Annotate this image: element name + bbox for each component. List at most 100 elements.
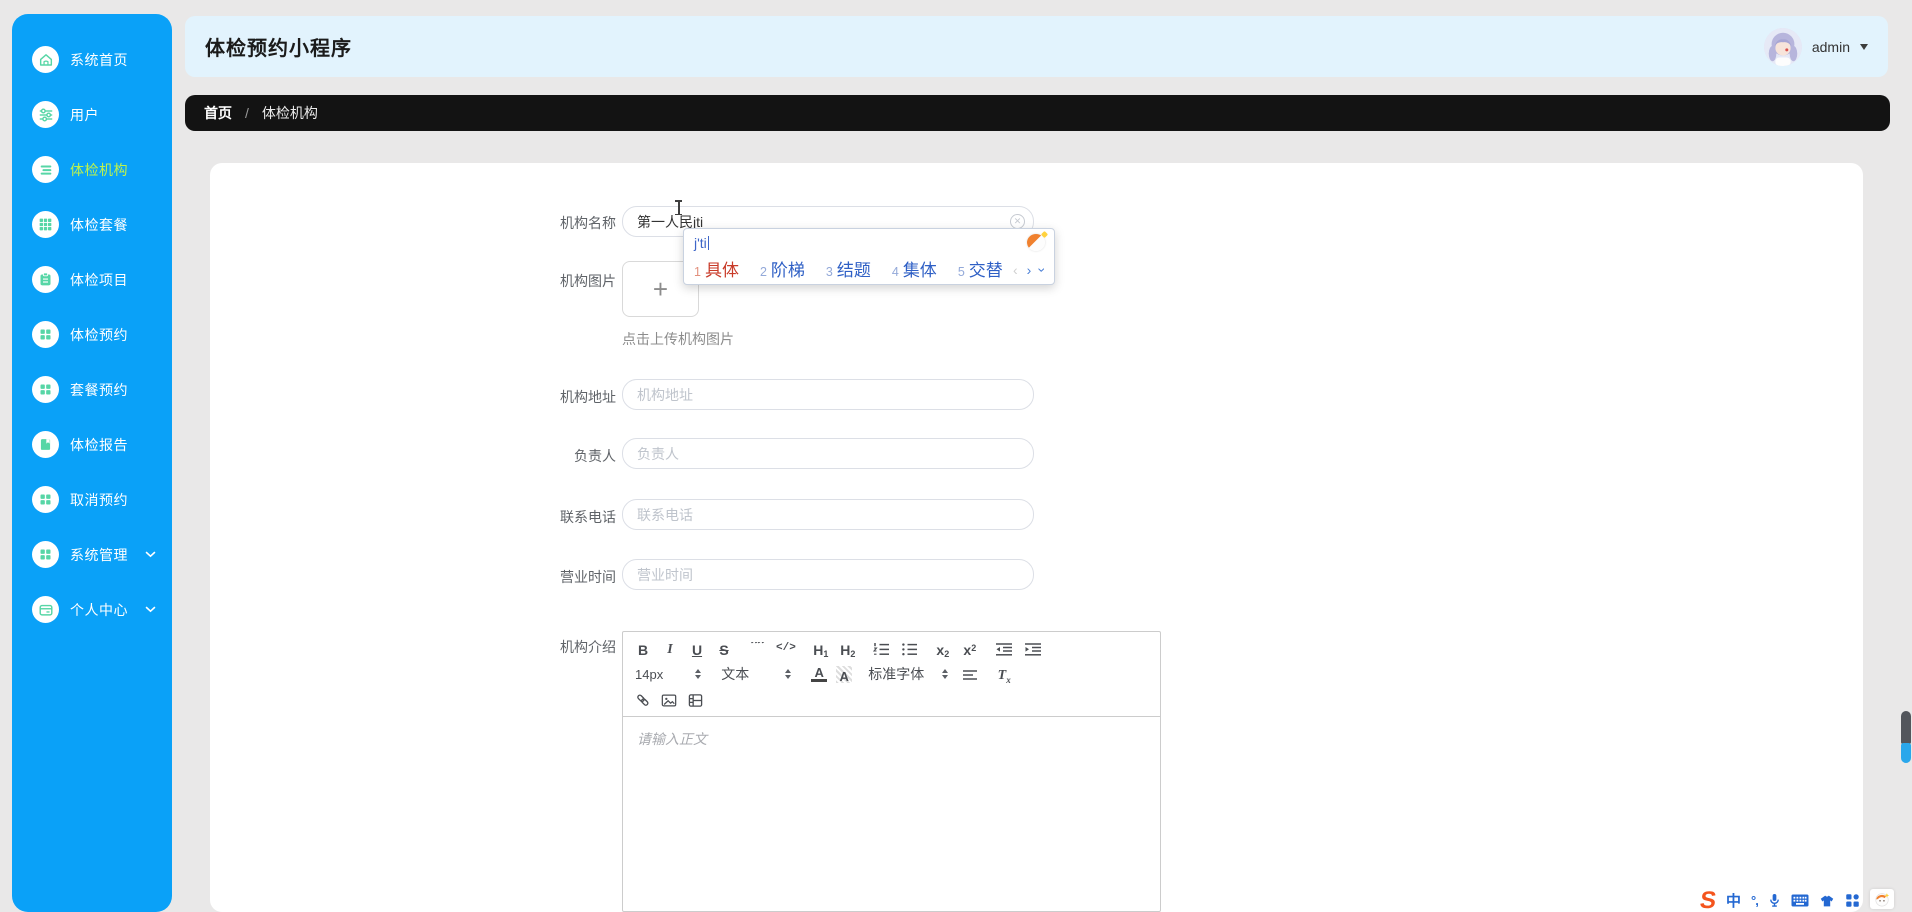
breadcrumb: 首页 / 体检机构 <box>185 95 1890 131</box>
ordered-list-icon[interactable] <box>872 640 890 657</box>
scrollbar-thumb[interactable] <box>1901 711 1911 764</box>
scrollbar-thumb-dark <box>1901 711 1911 744</box>
field-label-phone: 联系电话 <box>560 509 616 525</box>
user-name: admin <box>1811 38 1850 55</box>
home-icon <box>32 46 59 73</box>
sidebar-item-users[interactable]: 用户 <box>12 87 172 142</box>
updown-arrows-icon <box>785 669 791 679</box>
header: 体检预约小程序 admin <box>185 16 1888 77</box>
sidebar: 系统首页 用户 体检机构 体检套餐 体检项目 体检预约 套餐预约 体检报告 取消… <box>12 14 172 912</box>
sidebar-item-system-admin[interactable]: 系统管理 <box>12 527 172 582</box>
clipboard-icon <box>32 266 59 293</box>
indent-icon[interactable] <box>1024 640 1042 657</box>
font-color-icon[interactable]: A <box>811 666 828 682</box>
outdent-icon[interactable] <box>995 640 1013 657</box>
sidebar-item-label: 体检报告 <box>70 436 128 453</box>
italic-icon[interactable]: I <box>662 640 678 657</box>
sidebar-item-package-booking[interactable]: 套餐预约 <box>12 362 172 417</box>
chevron-down-icon <box>145 606 156 613</box>
ime-mode-chinese[interactable]: 中 <box>1726 890 1741 911</box>
bullet-list-icon[interactable] <box>901 640 918 657</box>
format-select[interactable]: 文本 <box>721 664 791 684</box>
heading1-icon[interactable]: H1 <box>813 640 829 659</box>
superscript-icon[interactable]: x2 <box>962 640 978 657</box>
text-caret <box>707 235 710 250</box>
sidebar-item-institutions[interactable]: 体检机构 <box>12 142 172 197</box>
avatar[interactable] <box>1763 27 1802 66</box>
ime-composition: j'ti <box>694 234 1044 251</box>
breadcrumb-home[interactable]: 首页 <box>204 103 232 123</box>
ime-candidate-5[interactable]: 5 交替 <box>958 256 1003 281</box>
emoji-panel-button[interactable] <box>1869 888 1894 909</box>
field-label-address: 机构地址 <box>560 389 616 405</box>
sliders-icon <box>32 101 59 128</box>
ime-candidate-1[interactable]: 1 具体 <box>694 256 739 281</box>
sogou-emoji-icon[interactable] <box>1027 234 1045 251</box>
updown-arrows-icon <box>942 669 948 679</box>
editor-toolbar: B I U S ”” </> H1 H2 x 2 x 2 14px 文本 A A… <box>623 632 1160 716</box>
sidebar-item-label: 系统首页 <box>70 51 128 68</box>
prev-page-icon[interactable]: ‹ <box>1013 263 1018 277</box>
chevron-down-icon <box>1860 43 1868 50</box>
manager-input[interactable] <box>622 438 1034 469</box>
ime-candidate-popup: j'ti 1 具体 2 阶梯 3 结题 4 集体 5 交替 ‹ › › <box>683 228 1055 285</box>
phone-input[interactable] <box>622 499 1034 530</box>
list-icon <box>32 156 59 183</box>
skin-shirt-icon[interactable] <box>1819 894 1835 908</box>
ime-candidate-4[interactable]: 4 集体 <box>892 256 937 281</box>
updown-arrows-icon <box>695 669 701 679</box>
underline-icon[interactable]: U <box>689 640 705 657</box>
image-icon[interactable] <box>661 691 677 708</box>
page-title: 体检预约小程序 <box>205 38 352 60</box>
microphone-icon[interactable] <box>1768 893 1781 908</box>
blockquote-icon[interactable]: ”” <box>749 642 765 655</box>
subscript-icon[interactable]: x2 <box>935 640 951 659</box>
heading2-icon[interactable]: H2 <box>840 640 856 659</box>
sidebar-item-label: 取消预约 <box>70 491 128 508</box>
address-input[interactable] <box>622 379 1034 410</box>
clear-format-icon[interactable]: Tx <box>996 666 1012 684</box>
ime-punctuation-toggle[interactable]: °, <box>1751 893 1759 908</box>
sidebar-item-reports[interactable]: 体检报告 <box>12 417 172 472</box>
upload-hint: 点击上传机构图片 <box>622 331 734 347</box>
highlight-color-icon[interactable]: A <box>836 665 853 683</box>
ime-paging: ‹ › › <box>1013 263 1051 277</box>
sidebar-item-cancel-booking[interactable]: 取消预约 <box>12 472 172 527</box>
editor-body[interactable]: 请输入正文 <box>623 716 1160 891</box>
clear-icon[interactable]: ✕ <box>1010 214 1025 229</box>
sidebar-item-check-booking[interactable]: 体检预约 <box>12 307 172 362</box>
sidebar-item-packages[interactable]: 体检套餐 <box>12 197 172 252</box>
sidebar-item-label: 个人中心 <box>70 601 128 618</box>
grid-4-icon <box>32 376 59 403</box>
plus-icon: + <box>652 274 669 304</box>
user-menu[interactable]: admin <box>1763 27 1868 66</box>
grid-4-icon <box>32 321 59 348</box>
align-icon[interactable] <box>962 666 978 683</box>
next-page-icon[interactable]: › <box>1027 263 1032 277</box>
sidebar-item-profile-center[interactable]: 个人中心 <box>12 582 172 637</box>
ime-candidate-3[interactable]: 3 结题 <box>826 256 871 281</box>
toolbox-grid-icon[interactable] <box>1845 893 1860 908</box>
field-label-manager: 负责人 <box>574 448 616 464</box>
hours-input[interactable] <box>622 559 1034 590</box>
report-icon <box>32 431 59 458</box>
keyboard-icon[interactable] <box>1791 894 1809 907</box>
sidebar-item-label: 体检项目 <box>70 271 128 288</box>
sogou-logo-icon[interactable]: S <box>1698 887 1718 912</box>
link-icon[interactable] <box>635 691 651 708</box>
expand-icon[interactable]: › <box>1035 268 1051 273</box>
font-family-select[interactable]: 标准字体 <box>868 664 948 684</box>
sidebar-item-label: 系统管理 <box>70 546 128 563</box>
field-label-name: 机构名称 <box>560 215 616 231</box>
video-icon[interactable] <box>687 691 703 708</box>
sidebar-item-system-home[interactable]: 系统首页 <box>12 32 172 87</box>
font-size-select[interactable]: 14px <box>635 667 701 682</box>
code-block-icon[interactable]: </> <box>776 640 796 657</box>
bold-icon[interactable]: B <box>635 640 651 657</box>
strikethrough-icon[interactable]: S <box>716 640 732 657</box>
breadcrumb-current: 体检机构 <box>261 105 318 121</box>
id-card-icon <box>32 596 59 623</box>
field-label-hours: 营业时间 <box>560 569 616 585</box>
sidebar-item-check-items[interactable]: 体检项目 <box>12 252 172 307</box>
ime-candidate-2[interactable]: 2 阶梯 <box>760 256 805 281</box>
